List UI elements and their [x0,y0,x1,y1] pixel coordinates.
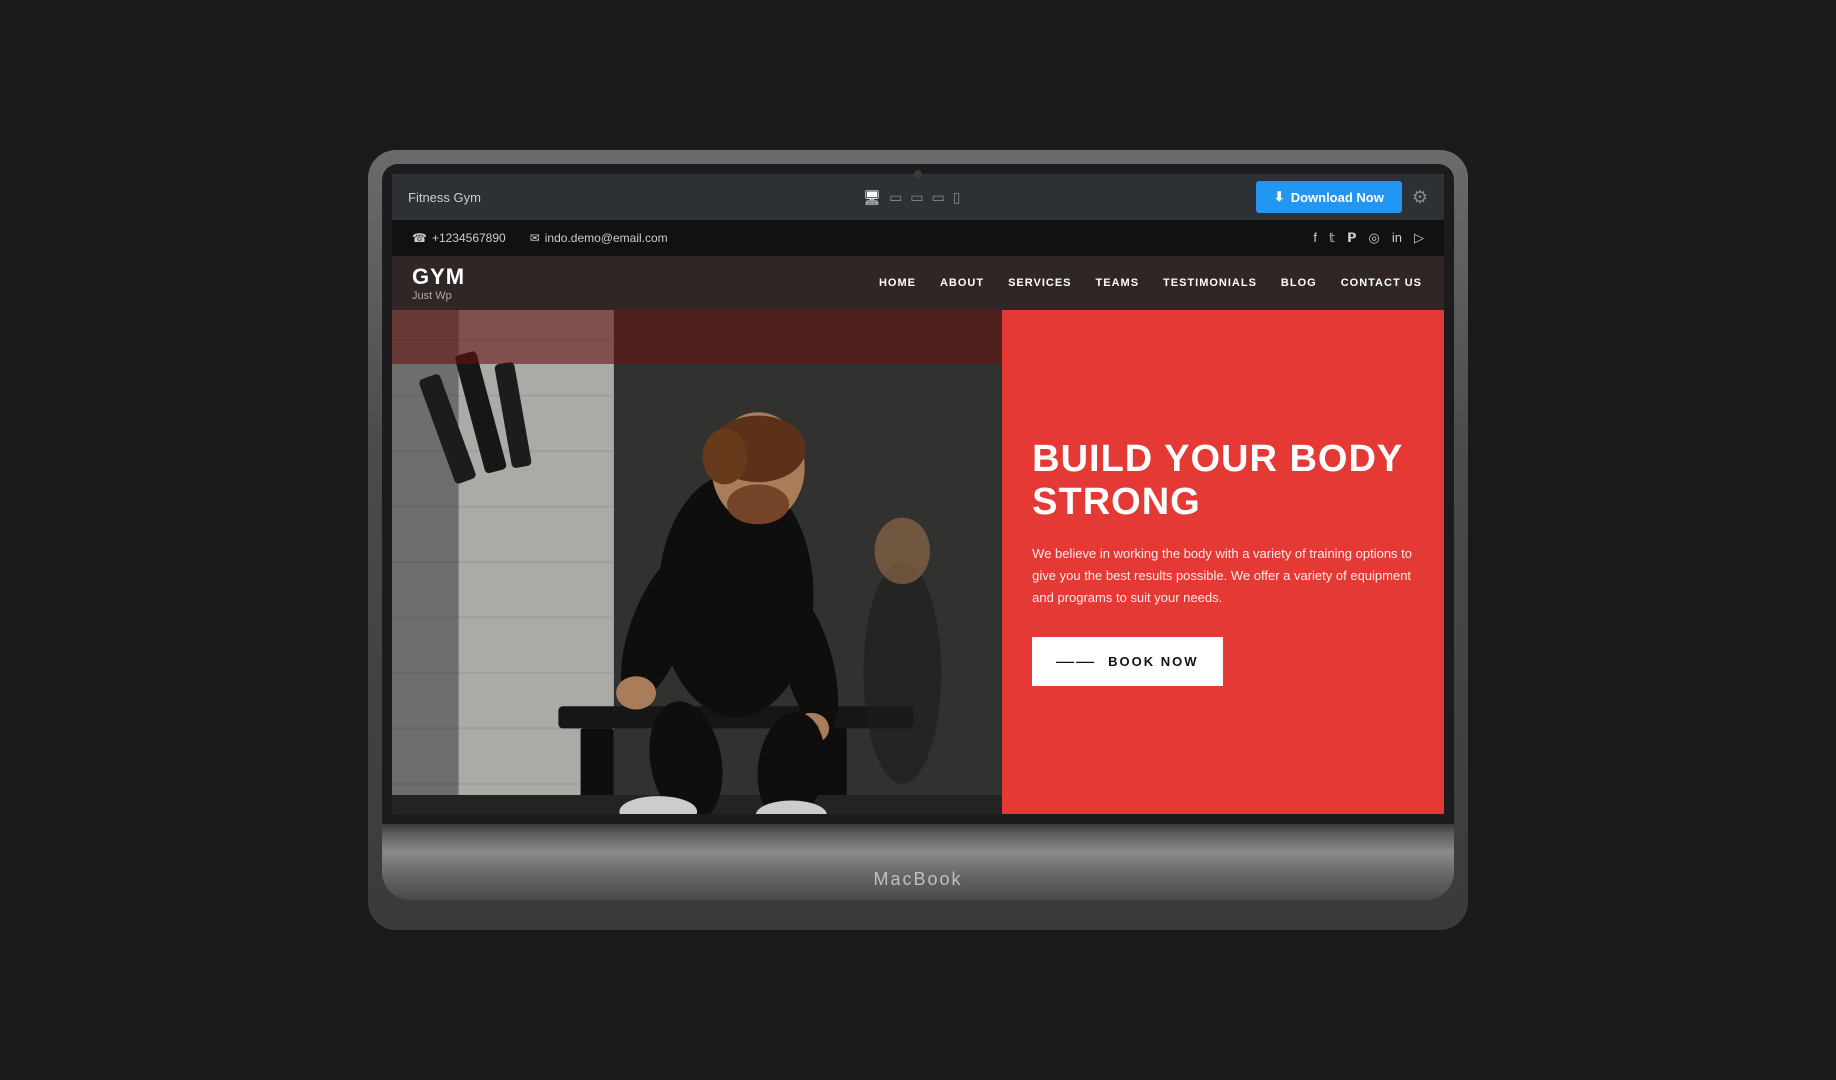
download-button[interactable]: ⬇ Download Now [1256,181,1402,213]
logo-name: GYM [412,264,572,290]
tablet-icon[interactable]: ▭ [910,189,923,206]
download-icon: ⬇ [1274,189,1285,205]
site-title: Fitness Gym [408,190,568,205]
phone-icon: ☎ [412,231,427,245]
logo-subtitle: Just Wp [412,290,572,302]
email-contact: ✉ indo.demo@email.com [530,231,668,245]
desktop-icon[interactable]: 🖥 [863,189,881,206]
macbook-label: MacBook [873,869,962,890]
nav-overlay [392,310,1002,364]
youtube-icon[interactable]: ▷ [1414,230,1424,246]
contact-info: ☎ +1234567890 ✉ indo.demo@email.com [412,231,1313,245]
twitter-icon[interactable]: 𝕥 [1329,230,1335,246]
toolbar: Fitness Gym 🖥 ▭ ▭ ▭ ▯ ⬇ Download Now [392,174,1444,220]
book-btn-arrow: —— [1056,651,1096,672]
nav-services[interactable]: SERVICES [1006,273,1073,293]
nav-blog[interactable]: BLOG [1279,273,1319,293]
macbook-base: MacBook [382,832,1454,900]
hero-image-area [392,310,1002,814]
book-btn-label: BOOK NOW [1108,654,1198,669]
linkedin-icon[interactable]: in [1392,230,1402,246]
nav-testimonials[interactable]: TESTIMONIALS [1161,273,1259,293]
hero-section: BUILD YOUR BODY STRONG We believe in wor… [392,310,1444,814]
navigation-bar: GYM Just Wp HOME ABOUT SERVICES TEAMS TE… [392,256,1444,310]
hero-description: We believe in working the body with a va… [1032,543,1414,609]
gym-background [392,310,1002,814]
tablet-sm-icon[interactable]: ▭ [932,189,945,206]
download-label: Download Now [1291,190,1384,205]
screen: Fitness Gym 🖥 ▭ ▭ ▭ ▯ ⬇ Download Now [392,174,1444,814]
phone-number: +1234567890 [432,231,506,245]
contact-bar: ☎ +1234567890 ✉ indo.demo@email.com f 𝕥 [392,220,1444,256]
pinterest-icon[interactable]: 𝗣 [1347,230,1357,246]
website-content: Fitness Gym 🖥 ▭ ▭ ▭ ▯ ⬇ Download Now [392,174,1444,814]
hero-content-panel: BUILD YOUR BODY STRONG We believe in wor… [1002,310,1444,814]
mobile-icon[interactable]: ▯ [953,189,961,206]
hinge [382,824,1454,832]
laptop-icon[interactable]: ▭ [889,189,902,206]
logo-area: GYM Just Wp [412,264,572,302]
nav-about[interactable]: ABOUT [938,273,986,293]
gym-image-svg [392,310,1002,814]
device-switcher: 🖥 ▭ ▭ ▭ ▯ [568,189,1256,206]
email-icon: ✉ [530,231,540,245]
settings-icon[interactable]: ⚙ [1412,187,1428,208]
nav-contact[interactable]: CONTACT US [1339,273,1424,293]
screen-bezel: Fitness Gym 🖥 ▭ ▭ ▭ ▯ ⬇ Download Now [382,164,1454,824]
hero-title-line1: BUILD YOUR BODY [1032,438,1403,480]
nav-home[interactable]: HOME [877,273,918,293]
camera-dot [914,170,922,178]
phone-contact: ☎ +1234567890 [412,231,506,245]
instagram-icon[interactable]: ◎ [1369,230,1380,246]
email-address: indo.demo@email.com [545,231,668,245]
macbook-scene: Fitness Gym 🖥 ▭ ▭ ▭ ▯ ⬇ Download Now [368,150,1468,930]
hero-title-line2: STRONG [1032,481,1201,523]
nav-teams[interactable]: TEAMS [1094,273,1142,293]
nav-links: HOME ABOUT SERVICES TEAMS TESTIMONIALS B… [572,273,1424,293]
macbook-shell: Fitness Gym 🖥 ▭ ▭ ▭ ▯ ⬇ Download Now [368,150,1468,930]
facebook-icon[interactable]: f [1313,230,1317,246]
hero-title: BUILD YOUR BODY STRONG [1032,438,1414,525]
book-now-button[interactable]: —— BOOK NOW [1032,637,1222,686]
social-icons: f 𝕥 𝗣 ◎ in ▷ [1313,230,1424,246]
